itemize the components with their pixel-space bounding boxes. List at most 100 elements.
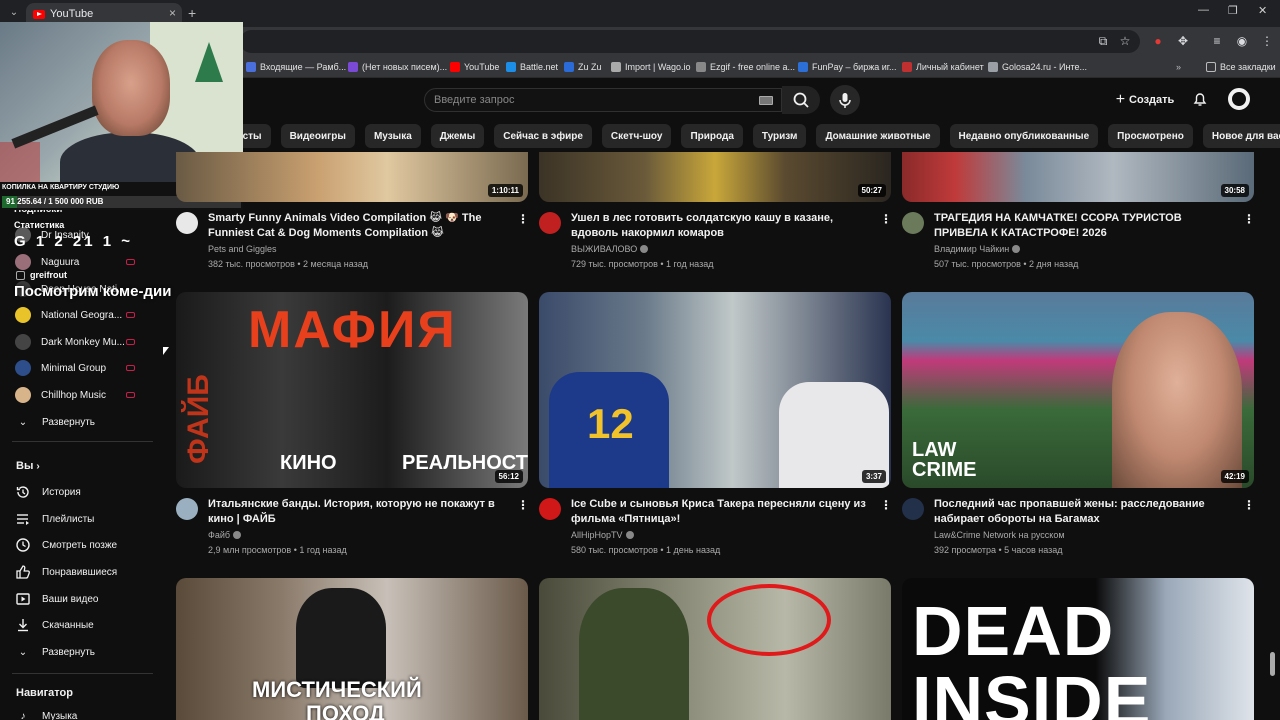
- video-channel[interactable]: ВЫЖИВАЛОВО: [571, 244, 649, 254]
- bookmark-item[interactable]: Входящие — Рамб...: [246, 60, 346, 74]
- video-channel[interactable]: AllHipHopTV: [571, 530, 634, 540]
- channel-avatar[interactable]: [539, 212, 561, 234]
- sidebar-item-expand[interactable]: ⌄ Развернуть: [14, 640, 154, 664]
- more-actions-icon[interactable]: ⋮: [880, 212, 892, 226]
- expand-subscriptions-button[interactable]: ⌄ Развернуть: [14, 410, 154, 434]
- bookmark-item[interactable]: Zu Zu: [564, 60, 602, 74]
- tab-search-chevron-icon[interactable]: ⌄: [4, 4, 24, 22]
- sidebar-item-playlists[interactable]: Плейлисты: [14, 507, 154, 531]
- more-actions-icon[interactable]: ⋮: [1243, 498, 1255, 512]
- sidebar-item-music[interactable]: ♪ Музыка: [14, 704, 154, 720]
- bookmark-item[interactable]: Battle.net: [506, 60, 558, 74]
- chip[interactable]: Джемы: [430, 124, 485, 148]
- subscription-item[interactable]: Chillhop Music: [14, 383, 154, 407]
- chip[interactable]: Музыка: [364, 124, 421, 148]
- stats-digits: G 1 2 21 1 ~: [14, 233, 133, 250]
- close-window-icon[interactable]: ✕: [1258, 4, 1267, 17]
- chip[interactable]: Домашние животные: [816, 124, 940, 148]
- more-actions-icon[interactable]: ⋮: [517, 498, 529, 512]
- video-channel[interactable]: Файб: [208, 530, 242, 540]
- video-thumbnail[interactable]: LAW CRIME 42:19: [902, 292, 1254, 488]
- page-scrollbar[interactable]: [1270, 652, 1275, 676]
- browser-menu-icon[interactable]: ⋮: [1260, 34, 1274, 48]
- video-channel[interactable]: Law&Crime Network на русском: [934, 530, 1065, 540]
- video-title[interactable]: Последний час пропавшей жены: расследова…: [934, 497, 1234, 527]
- chip[interactable]: Сейчас в эфире: [494, 124, 592, 148]
- video-meta: 507 тыс. просмотров • 2 дня назад: [934, 259, 1079, 269]
- search-button[interactable]: [782, 86, 820, 114]
- video-title[interactable]: Ушел в лес готовить солдатскую кашу в ка…: [571, 211, 871, 241]
- subscription-item[interactable]: Minimal Group: [14, 356, 154, 380]
- bookmark-star-icon[interactable]: ☆: [1118, 34, 1132, 48]
- video-thumbnail[interactable]: МИСТИЧЕСКИЙ ПОХОД: [176, 578, 528, 720]
- video-thumbnail[interactable]: 30:58: [902, 152, 1254, 202]
- bookmark-favicon-icon: [506, 62, 516, 72]
- address-bar[interactable]: [240, 30, 1140, 53]
- bookmark-item[interactable]: Import | Wago.io: [611, 60, 691, 74]
- new-tab-button[interactable]: +: [188, 5, 196, 21]
- voice-search-button[interactable]: [830, 85, 860, 115]
- sidebar-item-liked[interactable]: Понравившиеся: [14, 560, 154, 584]
- extensions-puzzle-icon[interactable]: ✥: [1176, 34, 1190, 48]
- video-channel[interactable]: Владимир Чайкин: [934, 244, 1021, 254]
- bookmark-item[interactable]: (Нет новых писем)...: [348, 60, 447, 74]
- chip[interactable]: Просмотрено: [1108, 124, 1193, 148]
- extension-red-icon[interactable]: ●: [1151, 34, 1165, 48]
- bookmarks-overflow-icon[interactable]: »: [1176, 60, 1181, 74]
- channel-avatar[interactable]: [176, 212, 198, 234]
- more-actions-icon[interactable]: ⋮: [1243, 212, 1255, 226]
- video-thumbnail[interactable]: [539, 578, 891, 720]
- chip[interactable]: Скетч-шоу: [601, 124, 672, 148]
- subscription-item[interactable]: National Geogra...: [14, 303, 154, 327]
- sidebar-item-downloads[interactable]: Скачанные: [14, 613, 154, 637]
- channel-avatar[interactable]: [539, 498, 561, 520]
- bookmark-favicon-icon: [902, 62, 912, 72]
- channel-avatar[interactable]: [176, 498, 198, 520]
- bookmark-favicon-icon: [450, 62, 460, 72]
- profile-icon[interactable]: ◉: [1235, 34, 1249, 48]
- media-control-icon[interactable]: ≡: [1210, 34, 1224, 48]
- thumbnail-figure: [579, 588, 689, 720]
- thumbnail-figure: [296, 588, 386, 688]
- sidebar-item-watch-later[interactable]: Смотреть позже: [14, 533, 154, 557]
- chip[interactable]: Видеоигры: [280, 124, 355, 148]
- video-title[interactable]: Smarty Funny Animals Video Compilation 😹…: [208, 211, 508, 241]
- channel-avatar[interactable]: [902, 498, 924, 520]
- bookmark-item[interactable]: FunPay – биржа иг...: [798, 60, 896, 74]
- all-bookmarks-button[interactable]: Все закладки: [1206, 60, 1276, 74]
- video-title[interactable]: ТРАГЕДИЯ НА КАМЧАТКЕ! ССОРА ТУРИСТОВ ПРИ…: [934, 211, 1234, 241]
- chip[interactable]: Недавно опубликованные: [949, 124, 1099, 148]
- video-title[interactable]: Ice Cube и сыновья Криса Такера переснял…: [571, 497, 871, 527]
- sidebar-item-history[interactable]: История: [14, 480, 154, 504]
- restore-icon[interactable]: ❐: [1228, 4, 1238, 17]
- minimize-icon[interactable]: —: [1198, 4, 1209, 16]
- video-thumbnail[interactable]: 1:10:11: [176, 152, 528, 202]
- chip[interactable]: Природа: [681, 124, 743, 148]
- live-icon: [126, 392, 135, 398]
- video-title[interactable]: Итальянские банды. История, которую не п…: [208, 497, 508, 527]
- bookmark-item[interactable]: Ezgif - free online a...: [696, 60, 795, 74]
- channel-avatar[interactable]: [902, 212, 924, 234]
- video-thumbnail[interactable]: DEAD INSIDE: [902, 578, 1254, 720]
- chip[interactable]: Новое для вас: [1202, 124, 1280, 148]
- bookmark-item[interactable]: Личный кабинет: [902, 60, 984, 74]
- bookmark-item[interactable]: YouTube: [450, 60, 499, 74]
- account-avatar[interactable]: [1228, 88, 1250, 110]
- video-thumbnail[interactable]: МАФИЯ ФАЙБ КИНО РЕАЛЬНОСТЬ 56:12: [176, 292, 528, 488]
- chip[interactable]: Туризм: [752, 124, 807, 148]
- bookmark-item[interactable]: Golosa24.ru - Инте...: [988, 60, 1087, 74]
- more-actions-icon[interactable]: ⋮: [517, 212, 529, 226]
- video-thumbnail[interactable]: 12 3:37: [539, 292, 891, 488]
- subscription-item[interactable]: Dark Monkey Mu...: [14, 330, 154, 354]
- more-actions-icon[interactable]: ⋮: [880, 498, 892, 512]
- notifications-bell-icon[interactable]: [1192, 91, 1208, 107]
- install-app-icon[interactable]: ⧉: [1096, 34, 1110, 48]
- sidebar-item-your-videos[interactable]: Ваши видео: [14, 587, 154, 611]
- you-section-header[interactable]: Вы ›: [16, 460, 40, 472]
- keyboard-icon[interactable]: [759, 96, 773, 105]
- search-input[interactable]: Введите запрос: [424, 88, 782, 112]
- video-thumbnail[interactable]: 50:27: [539, 152, 891, 202]
- create-button[interactable]: + Создать: [1110, 87, 1180, 113]
- tab-close-icon[interactable]: ×: [169, 6, 176, 20]
- video-channel[interactable]: Pets and Giggles: [208, 244, 277, 254]
